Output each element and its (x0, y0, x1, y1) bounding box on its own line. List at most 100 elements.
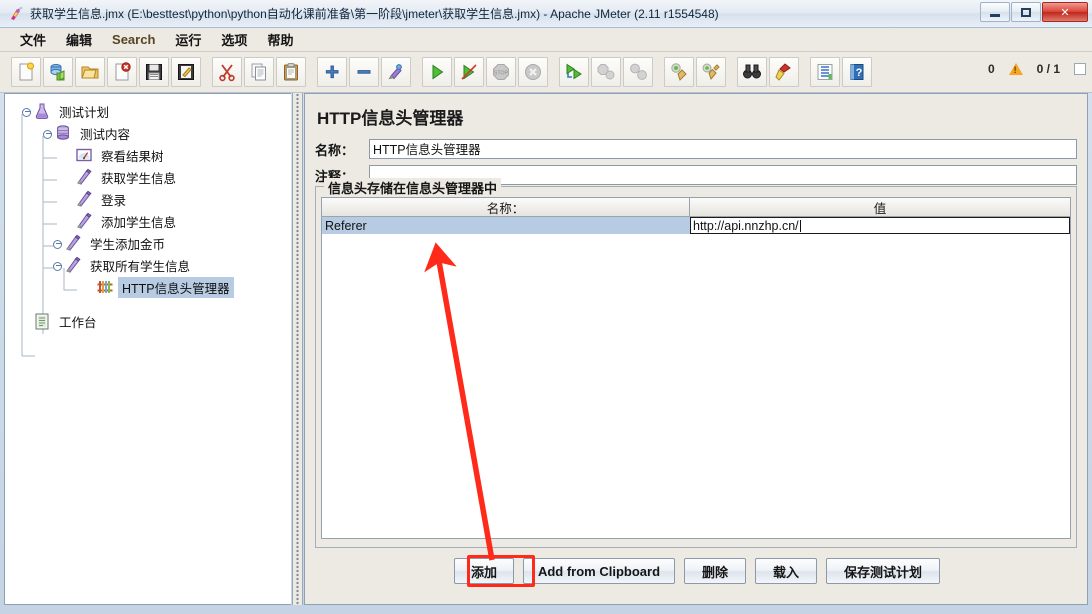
main-split-pane: 测试计划 测试内容 察看结果树 获取学生信息 登录 添加学生信息 学生添加金币 … (4, 93, 1088, 605)
svg-text:?: ? (856, 67, 863, 79)
tree-node-http-sampler-4[interactable]: 学生添加金币 (11, 232, 291, 254)
tree-node-label: HTTP信息头管理器 (118, 276, 234, 298)
jmeter-window: 获取学生信息.jmx (E:\besttest\python\python自动化… (0, 0, 1092, 614)
add-from-clipboard-label: Add from Clipboard (537, 563, 661, 579)
delete-button[interactable]: 删除 (684, 558, 747, 584)
add-button[interactable]: 添加 (453, 558, 514, 584)
search-binoculars-icon[interactable] (737, 57, 767, 87)
menu-file[interactable]: 文件 (10, 28, 56, 51)
header-manager-icon (96, 278, 114, 296)
menu-run[interactable]: 运行 (165, 28, 211, 51)
http-sampler-icon (64, 256, 82, 274)
start-no-timers-icon[interactable] (454, 57, 484, 87)
title-bar: 获取学生信息.jmx (E:\besttest\python\python自动化… (0, 0, 1092, 28)
http-sampler-icon (75, 190, 93, 208)
add-from-clipboard-button[interactable]: Add from Clipboard (522, 558, 676, 584)
tree-node-http-sampler-5[interactable]: 获取所有学生信息 (11, 254, 291, 276)
tree-node-label: 测试计划 (59, 105, 110, 120)
page-title: HTTP信息头管理器 (317, 109, 464, 128)
menu-help[interactable]: 帮助 (257, 28, 303, 51)
tree-node-http-sampler-2[interactable]: 登录 (11, 188, 291, 210)
split-pane-divider[interactable] (292, 93, 303, 605)
reset-search-icon[interactable] (769, 57, 799, 87)
tree-node-label: 登录 (101, 193, 127, 208)
remote-start-icon[interactable] (559, 57, 589, 87)
http-sampler-icon (75, 168, 93, 186)
no-expander (63, 216, 74, 227)
expander-icon[interactable] (21, 106, 32, 117)
tree-node-http-sampler-3[interactable]: 添加学生信息 (11, 210, 291, 232)
templates-icon[interactable] (43, 57, 73, 87)
expander-icon[interactable] (52, 260, 63, 271)
tree-node-thread-group[interactable]: 测试内容 (11, 122, 291, 144)
split-pane-grip (296, 93, 299, 605)
cell-header-name[interactable]: Referer (322, 217, 690, 234)
load-button[interactable]: 载入 (755, 558, 818, 584)
test-plan-flask-icon (33, 102, 51, 120)
warning-count: 0 (987, 62, 995, 76)
tree-node-label: 获取所有学生信息 (90, 259, 191, 274)
running-indicator (1074, 63, 1086, 75)
toggle-element-icon[interactable] (381, 57, 411, 87)
window-controls[interactable]: ✕ (980, 2, 1088, 22)
tree-node-view-results-tree[interactable]: 察看结果树 (11, 144, 291, 166)
tree-node-label: 测试内容 (80, 127, 131, 142)
collapse-minus-icon[interactable] (349, 57, 379, 87)
expander-icon[interactable] (52, 238, 63, 249)
close-document-icon[interactable] (107, 57, 137, 87)
save-as-icon[interactable] (171, 57, 201, 87)
new-document-icon[interactable] (11, 57, 41, 87)
save-icon[interactable] (139, 57, 169, 87)
menu-edit[interactable]: 编辑 (56, 28, 102, 51)
menu-bar: 文件 编辑 Search 运行 选项 帮助 (0, 28, 1092, 52)
close-button[interactable]: ✕ (1042, 2, 1088, 22)
cell-header-value[interactable]: http://api.nnzhp.cn/ (690, 217, 1070, 234)
headers-group: 信息头存储在信息头管理器中 名称： 值 Referer http://api.n… (315, 178, 1077, 548)
column-header-value[interactable]: 值 (690, 198, 1070, 217)
remote-shutdown-icon (623, 57, 653, 87)
expand-plus-icon[interactable] (317, 57, 347, 87)
help-book-icon[interactable]: ? (842, 57, 872, 87)
cut-scissors-icon[interactable] (212, 57, 242, 87)
copy-icon[interactable] (244, 57, 274, 87)
tree-node-http-sampler-1[interactable]: 获取学生信息 (11, 166, 291, 188)
headers-group-title: 信息头存储在信息头管理器中 (324, 178, 502, 197)
column-header-name[interactable]: 名称： (322, 198, 690, 217)
toolbar: STOP ? 0 ! 0 / 1 (0, 52, 1092, 93)
no-expander (63, 150, 74, 161)
http-sampler-icon (64, 234, 82, 252)
expander-icon[interactable] (42, 128, 53, 139)
test-plan-tree-panel[interactable]: 测试计划 测试内容 察看结果树 获取学生信息 登录 添加学生信息 学生添加金币 … (4, 93, 291, 605)
minimize-button[interactable] (980, 2, 1010, 22)
stop-icon: STOP (486, 57, 516, 87)
clear-icon[interactable] (664, 57, 694, 87)
test-plan-tree[interactable]: 测试计划 测试内容 察看结果树 获取学生信息 登录 添加学生信息 学生添加金币 … (5, 94, 291, 357)
menu-options[interactable]: 选项 (211, 28, 257, 51)
table-row[interactable]: Referer http://api.nnzhp.cn/ (322, 217, 1070, 234)
start-play-icon[interactable] (422, 57, 452, 87)
tree-node-test-plan[interactable]: 测试计划 (11, 100, 291, 122)
remote-stop-icon (591, 57, 621, 87)
name-input[interactable]: HTTP信息头管理器 (369, 139, 1077, 159)
tree-node-label: 获取学生信息 (101, 171, 177, 186)
tree-node-workbench[interactable]: 工作台 (11, 310, 291, 332)
no-expander (84, 282, 95, 293)
headers-table[interactable]: 名称： 值 Referer http://api.nnzhp.cn/ (321, 197, 1071, 539)
table-header-row: 名称： 值 (322, 198, 1070, 217)
open-folder-icon[interactable] (75, 57, 105, 87)
function-helper-icon[interactable] (810, 57, 840, 87)
tree-node-label: 工作台 (59, 315, 97, 330)
header-action-buttons: 添加 Add from Clipboard 删除 载入 保存测试计划 (305, 558, 1087, 584)
tree-node-label: 察看结果树 (101, 149, 164, 164)
paste-clipboard-icon[interactable] (276, 57, 306, 87)
window-title: 获取学生信息.jmx (E:\besttest\python\python自动化… (30, 7, 719, 21)
workbench-icon (33, 312, 51, 330)
tree-node-header-manager[interactable]: HTTP信息头管理器 (11, 276, 291, 298)
save-test-plan-button[interactable]: 保存测试计划 (826, 558, 941, 584)
warning-triangle-icon[interactable] (1008, 63, 1023, 75)
thread-group-icon (54, 124, 72, 142)
text-caret (799, 219, 801, 232)
clear-all-icon[interactable] (696, 57, 726, 87)
menu-search[interactable]: Search (102, 30, 165, 49)
maximize-button[interactable] (1011, 2, 1041, 22)
